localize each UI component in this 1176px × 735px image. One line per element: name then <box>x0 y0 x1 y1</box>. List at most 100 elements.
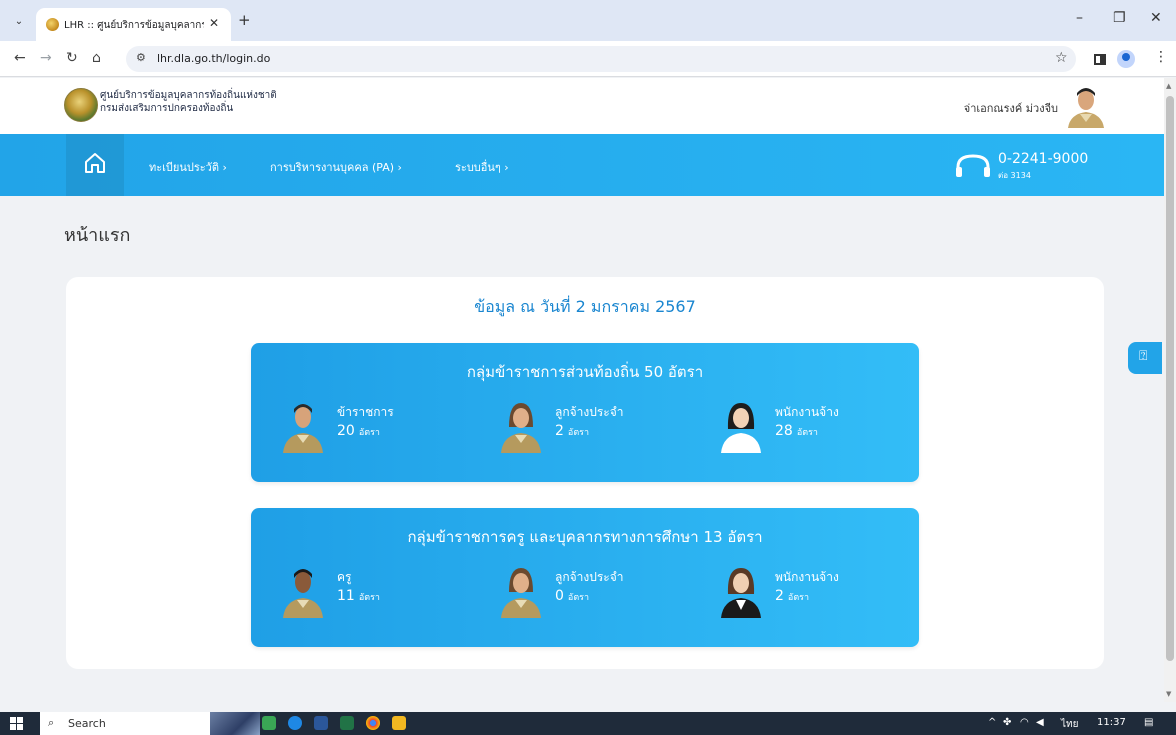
stat-value: 0 อัตรา <box>555 588 589 604</box>
edge-browser-icon[interactable] <box>288 716 302 730</box>
tab-search-button[interactable]: ⌄ <box>8 12 30 32</box>
stat-officials[interactable]: ข้าราชการ 20 อัตรา <box>281 397 441 453</box>
search-placeholder: Search <box>68 717 106 730</box>
org-name: ศูนย์บริการข้อมูลบุคลากรท้องถิ่นแห่งชาติ… <box>100 89 277 115</box>
stat-unit: อัตรา <box>358 593 380 603</box>
app-icon-green[interactable] <box>262 716 276 730</box>
web-page: ศูนย์บริการข้อมูลบุคลากรท้องถิ่นแห่งชาติ… <box>0 78 1164 702</box>
page-scrollbar[interactable]: ▲ ▼ <box>1164 78 1176 702</box>
tray-chevron-icon[interactable]: ^ <box>988 717 996 728</box>
bookmark-star-icon[interactable]: ☆ <box>1055 50 1068 66</box>
help-side-tab[interactable]: ⍰ <box>1128 342 1162 374</box>
officer-icon <box>283 404 323 453</box>
stat-label: ครู <box>337 570 352 584</box>
stat-label: ข้าราชการ <box>337 405 394 419</box>
page-title: หน้าแรก <box>64 225 131 246</box>
back-icon[interactable]: ← <box>14 50 26 66</box>
word-icon[interactable] <box>314 716 328 730</box>
main-navbar: ทะเบียนประวัติ › การบริหารงานบุคคล (PA) … <box>0 134 1164 196</box>
profile-avatar-icon[interactable] <box>1117 50 1135 68</box>
windows-start-icon[interactable] <box>10 717 24 730</box>
summary-card: ข้อมูล ณ วันที่ 2 มกราคม 2567 กลุ่มข้ารา… <box>66 277 1104 669</box>
stat-number: 28 <box>775 423 793 439</box>
group-title: กลุ่มข้าราชการครู และบุคลากรทางการศึกษา … <box>407 528 763 546</box>
user-name[interactable]: จ่าเอกณรงค์ ม่วงจีบ <box>930 99 1058 117</box>
search-icon: ⌕ <box>48 716 55 729</box>
tray-language[interactable]: ไทย <box>1061 717 1078 732</box>
stat-number: 2 <box>775 588 784 604</box>
group-teachers-education: กลุ่มข้าราชการครู และบุคลากรทางการศึกษา … <box>251 508 919 647</box>
nav-other-systems[interactable]: ระบบอื่นๆ › <box>455 158 509 176</box>
stat-unit: อัตรา <box>567 428 590 438</box>
stat-number: 0 <box>555 588 564 604</box>
stat-value: 2 อัตรา <box>775 588 809 604</box>
female-officer-icon <box>501 403 541 453</box>
stat-label: ลูกจ้างประจำ <box>555 570 624 584</box>
search-highlight-image[interactable] <box>210 712 260 735</box>
stat-permanent-staff[interactable]: ลูกจ้างประจำ 2 อัตรา <box>499 397 659 453</box>
notification-icon[interactable]: ▤ <box>1144 717 1153 728</box>
browser-tab[interactable]: LHR :: ศูนย์บริการข้อมูลบุคลากรท้อง ✕ <box>36 8 231 41</box>
new-tab-button[interactable]: + <box>238 11 251 29</box>
windows-taskbar: ⌕ Search ^ ✤ ◠ ◀ ไทย 11:37 ▤ <box>0 712 1176 735</box>
close-window-button[interactable]: ✕ <box>1150 10 1162 26</box>
side-panel-icon[interactable] <box>1094 54 1106 65</box>
close-tab-icon[interactable]: ✕ <box>209 16 219 30</box>
support-phone[interactable]: 0-2241-9000 <box>998 151 1088 167</box>
stat-unit: อัตรา <box>796 428 818 438</box>
dla-logo[interactable] <box>64 88 98 122</box>
stat-label: พนักงานจ้าง <box>775 405 839 419</box>
stat-number: 11 <box>337 588 355 604</box>
stat-unit: อัตรา <box>787 593 810 603</box>
stat-label: ลูกจ้างประจำ <box>555 405 624 419</box>
employee-icon <box>721 403 761 453</box>
org-name-line2: กรมส่งเสริมการปกครองท้องถิ่น <box>100 103 234 114</box>
stat-permanent-staff[interactable]: ลูกจ้างประจำ 0 อัตรา <box>499 562 659 618</box>
browser-tab-bar: ⌄ LHR :: ศูนย์บริการข้อมูลบุคลากรท้อง ✕ … <box>0 0 1176 41</box>
nav-registry[interactable]: ทะเบียนประวัติ › <box>149 158 227 176</box>
org-name-line1: ศูนย์บริการข้อมูลบุคลากรท้องถิ่นแห่งชาติ <box>100 90 277 101</box>
file-explorer-icon[interactable] <box>392 716 406 730</box>
group-local-officials: กลุ่มข้าราชการส่วนท้องถิ่น 50 อัตรา ข้าร… <box>251 343 919 482</box>
tray-network-icon[interactable]: ✤ <box>1003 717 1011 728</box>
nav-personnel-pa[interactable]: การบริหารงานบุคคล (PA) › <box>270 158 402 176</box>
headset-icon <box>956 154 990 177</box>
site-favicon-icon <box>46 18 59 31</box>
stat-unit: อัตรา <box>358 428 380 438</box>
scroll-up-icon[interactable]: ▲ <box>1166 82 1171 90</box>
browser-menu-icon[interactable]: ⋮ <box>1154 49 1168 65</box>
home-nav-button[interactable] <box>66 134 124 196</box>
female-officer-icon <box>501 568 541 618</box>
reload-icon[interactable]: ↻ <box>66 50 78 66</box>
support-extension: ต่อ 3134 <box>998 171 1031 180</box>
employee-icon <box>721 568 761 618</box>
user-avatar[interactable] <box>1064 84 1108 128</box>
stat-teachers[interactable]: ครู 11 อัตรา <box>281 562 441 618</box>
taskbar-search-input[interactable]: ⌕ Search <box>40 712 210 735</box>
home-outline-icon <box>85 153 105 173</box>
stat-value: 2 อัตรา <box>555 423 589 439</box>
stat-contract-staff[interactable]: พนักงานจ้าง 2 อัตรา <box>719 562 879 618</box>
teacher-icon <box>283 569 323 618</box>
stat-contract-staff[interactable]: พนักงานจ้าง 28 อัตรา <box>719 397 879 453</box>
chrome-icon[interactable] <box>366 716 380 730</box>
tray-wifi-icon[interactable]: ◠ <box>1020 717 1029 728</box>
stat-number: 20 <box>337 423 355 439</box>
site-info-icon[interactable]: ⚙ <box>136 51 146 64</box>
tray-clock[interactable]: 11:37 <box>1097 717 1126 728</box>
minimize-button[interactable]: – <box>1076 10 1083 26</box>
stat-value: 20 อัตรา <box>337 423 380 439</box>
stat-value: 28 อัตรา <box>775 423 818 439</box>
group-title: กลุ่มข้าราชการส่วนท้องถิ่น 50 อัตรา <box>466 363 704 381</box>
scroll-down-icon[interactable]: ▼ <box>1166 690 1171 698</box>
url-input[interactable]: ⚙ lhr.dla.go.th/login.do <box>126 46 1076 72</box>
excel-icon[interactable] <box>340 716 354 730</box>
scroll-thumb[interactable] <box>1166 96 1174 661</box>
paint-roller-icon: ⍰ <box>1139 348 1148 364</box>
forward-icon[interactable]: → <box>40 50 52 66</box>
stat-value: 11 อัตรา <box>337 588 380 604</box>
home-icon[interactable]: ⌂ <box>92 50 101 66</box>
tray-volume-icon[interactable]: ◀ <box>1036 717 1044 728</box>
restore-button[interactable]: ❐ <box>1113 10 1126 26</box>
stat-label: พนักงานจ้าง <box>775 570 839 584</box>
